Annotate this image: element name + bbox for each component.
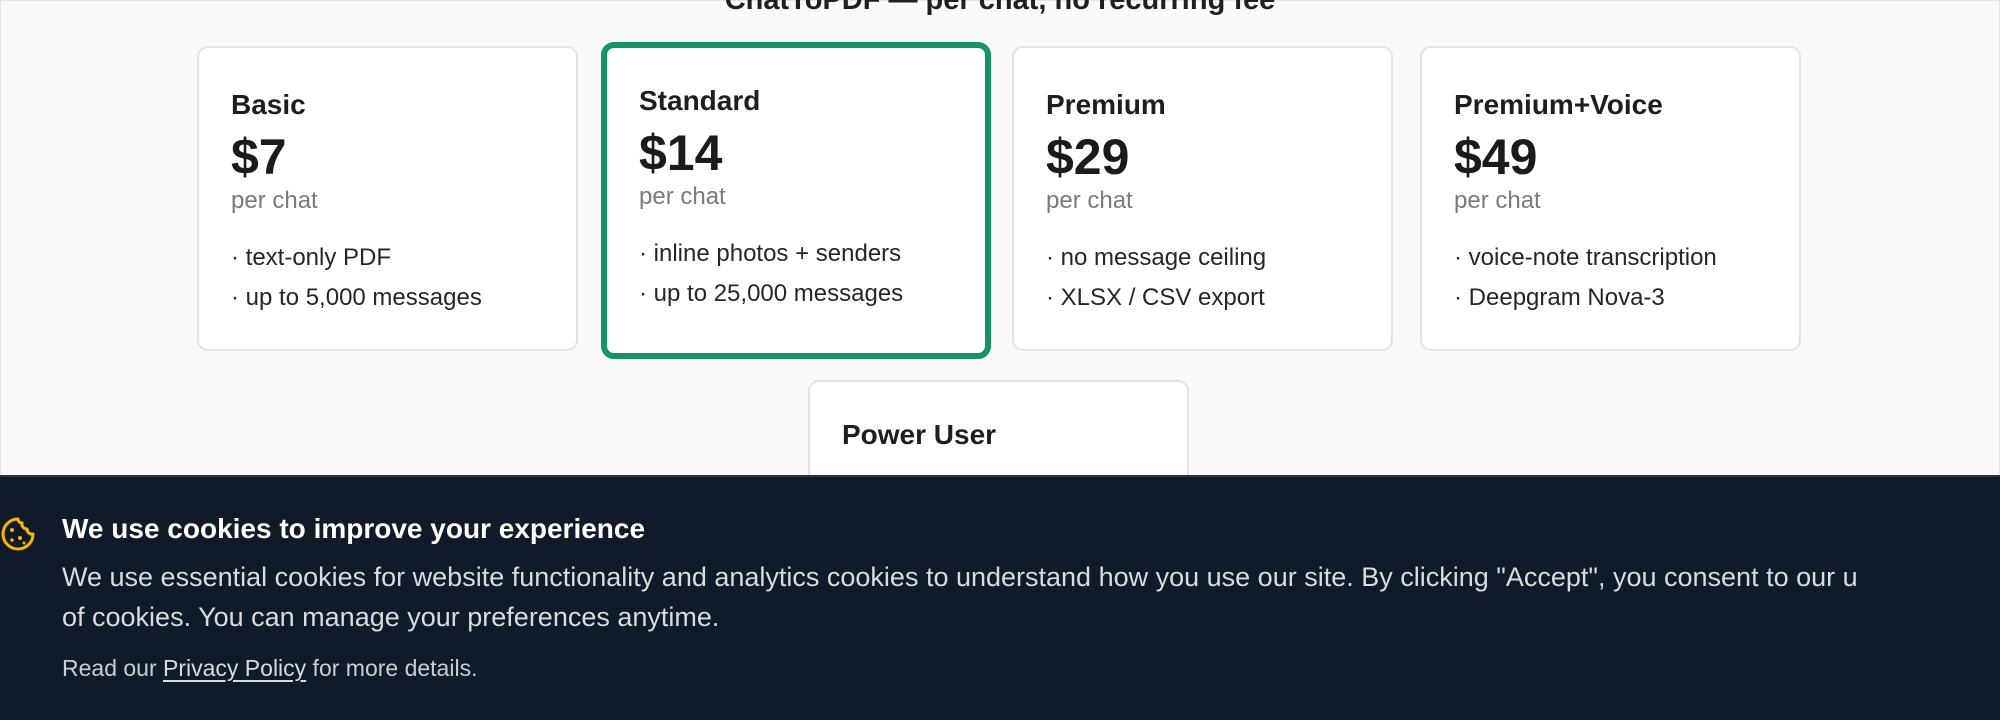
plan-card-premium[interactable]: Premium $29 per chat · no message ceilin… xyxy=(1012,46,1393,351)
plan-feature: · voice-note transcription xyxy=(1454,244,1717,271)
privacy-policy-link[interactable]: Privacy Policy xyxy=(163,655,306,681)
cookie-description: We use essential cookies for website fun… xyxy=(62,557,2000,637)
plan-name: Premium+Voice xyxy=(1454,89,1663,120)
plan-feature: · no message ceiling xyxy=(1046,244,1267,271)
cookie-note-prefix: Read our xyxy=(62,655,164,681)
plan-period: per chat xyxy=(1454,187,1541,214)
plan-feature: · inline photos + senders xyxy=(639,240,902,267)
page-heading: ChatToPDF — per chat, no recurring fee xyxy=(724,0,1276,16)
plan-price: $7 xyxy=(231,129,287,185)
cookie-description-line: of cookies. You can manage your preferen… xyxy=(62,602,720,632)
plan-feature: · Deepgram Nova-3 xyxy=(1454,284,1665,311)
plan-name: Basic xyxy=(231,89,306,120)
plan-card-standard[interactable]: Standard $14 per chat · inline photos + … xyxy=(601,42,991,359)
cookie-banner: We use cookies to improve your experienc… xyxy=(0,475,2000,720)
plan-period: per chat xyxy=(1046,187,1133,214)
plan-name: Premium xyxy=(1046,89,1166,120)
cookie-title: We use cookies to improve your experienc… xyxy=(62,513,646,544)
cookie-description-line: We use essential cookies for website fun… xyxy=(62,562,1858,592)
plan-price: $49 xyxy=(1454,129,1538,185)
plan-name: Standard xyxy=(639,85,761,116)
plan-feature: · up to 5,000 messages xyxy=(231,284,482,311)
plan-card-premium-voice[interactable]: Premium+Voice $49 per chat · voice-note … xyxy=(1420,46,1801,351)
plan-price: $14 xyxy=(639,125,723,181)
plan-feature: · XLSX / CSV export xyxy=(1046,284,1265,311)
plan-period: per chat xyxy=(231,187,318,214)
plan-card-basic[interactable]: Basic $7 per chat · text-only PDF · up t… xyxy=(197,46,578,351)
plan-feature: · up to 25,000 messages xyxy=(639,280,904,307)
plan-features: · text-only PDF · up to 5,000 messages xyxy=(231,238,556,318)
plan-features: · no message ceiling · XLSX / CSV export xyxy=(1046,238,1371,318)
plan-feature: · text-only PDF xyxy=(231,244,392,271)
cookie-privacy-note: Read our Privacy Policy for more details… xyxy=(62,655,477,682)
plan-features: · voice-note transcription · Deepgram No… xyxy=(1454,238,1779,318)
plan-features: · inline photos + senders · up to 25,000… xyxy=(639,234,965,314)
plan-name: Power User xyxy=(842,419,997,450)
cookie-icon xyxy=(1,517,35,551)
plan-period: per chat xyxy=(639,183,726,210)
plan-price: $29 xyxy=(1046,129,1130,185)
cookie-note-suffix: for more details. xyxy=(306,655,478,681)
